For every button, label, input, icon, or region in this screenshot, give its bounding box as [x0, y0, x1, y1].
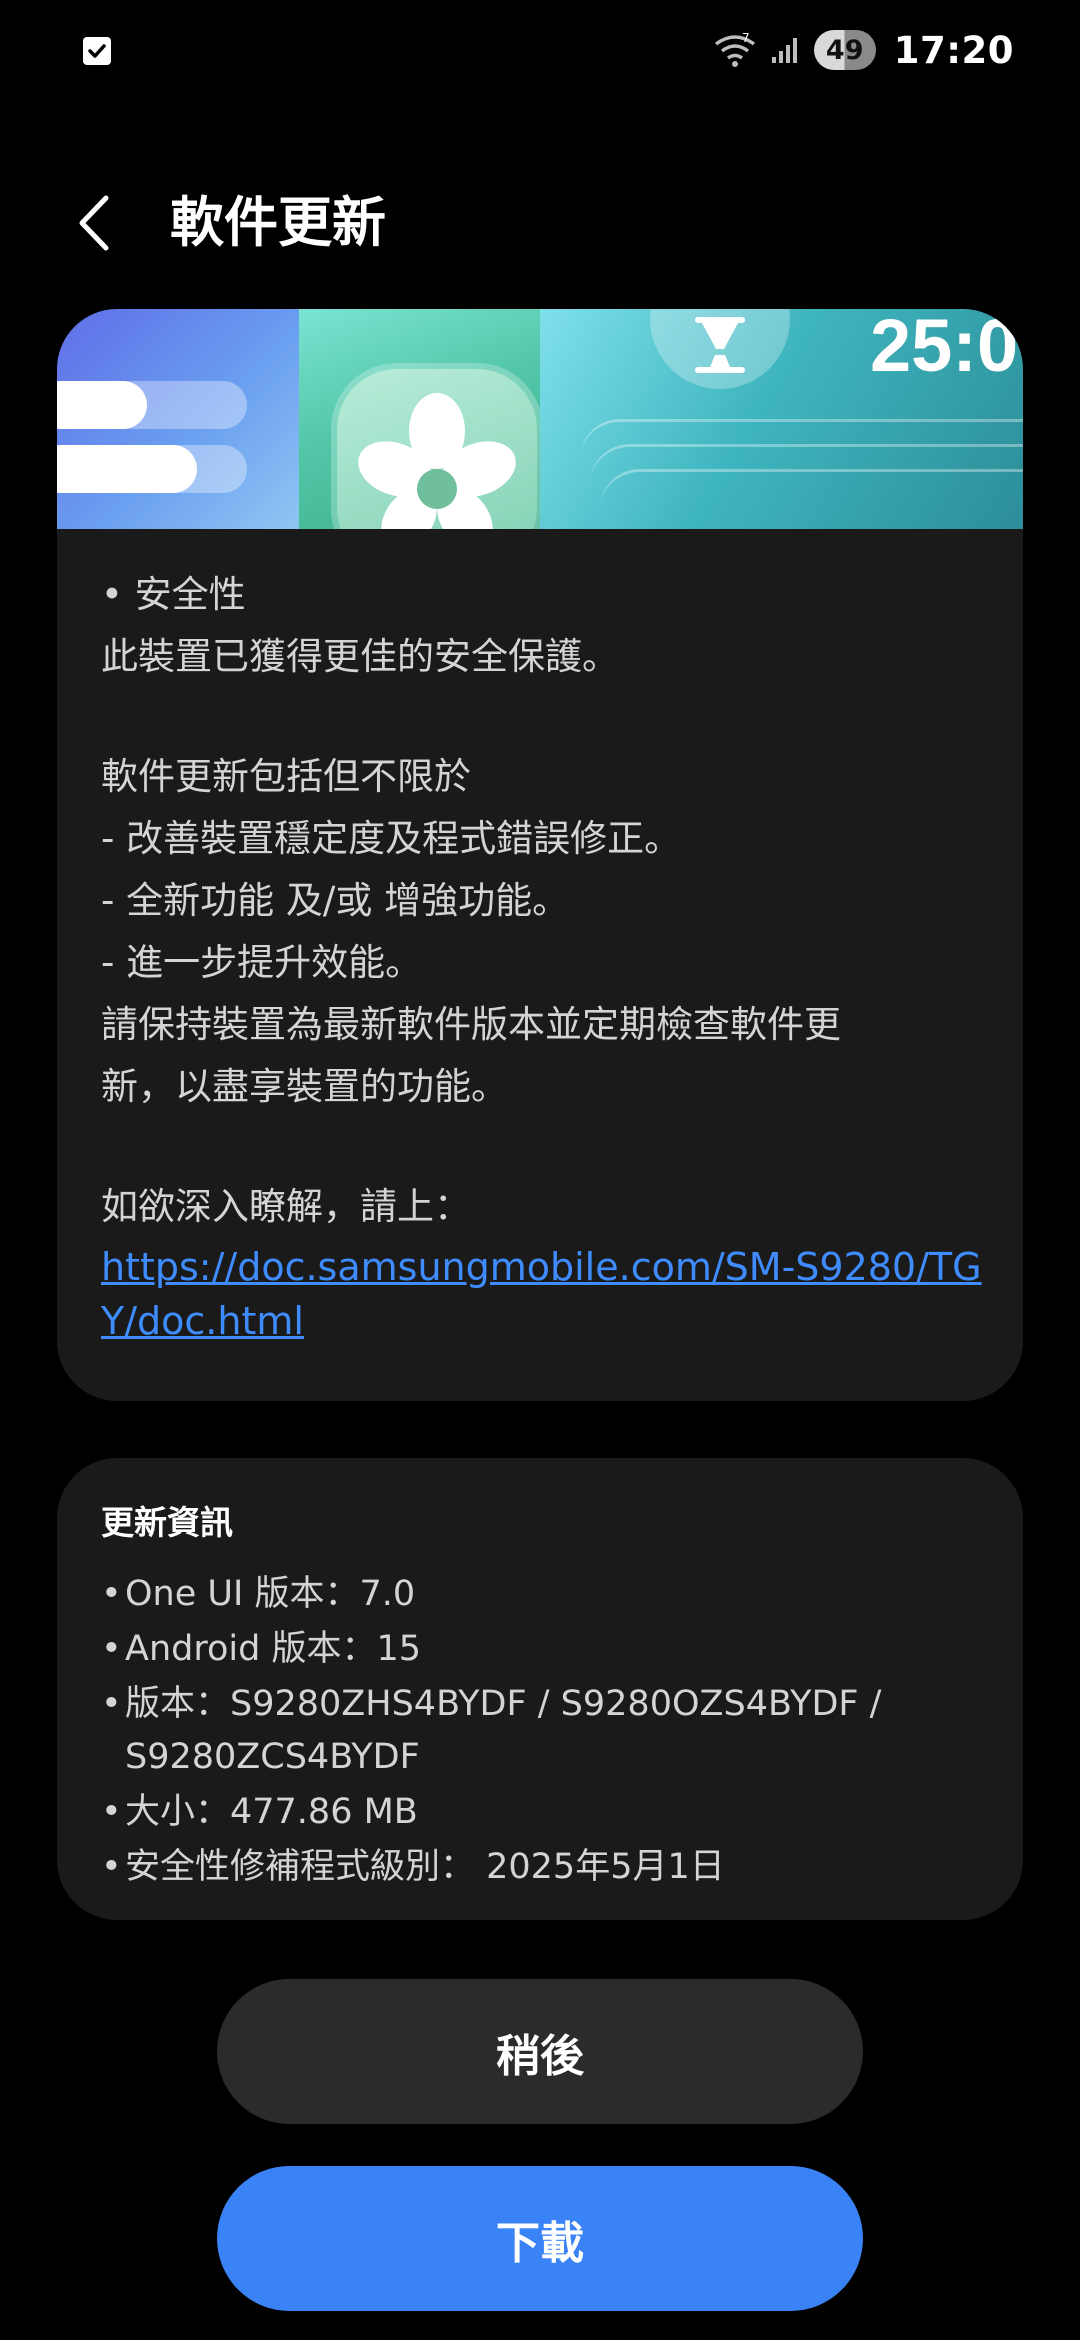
- release-notes-card: 25:00 • 安全性 此裝置已獲得更佳的安全保護。 軟件更新包括但不限於 - …: [57, 309, 1023, 1401]
- more-info-text: 如欲深入瞭解，請上：: [101, 1185, 471, 1228]
- battery-level: 49: [825, 34, 864, 66]
- chevron-left-icon: [79, 195, 109, 251]
- battery-icon: 49: [813, 30, 876, 70]
- hourglass-icon: [650, 309, 790, 389]
- checklist-icon: [83, 37, 111, 65]
- notes-item: - 進一步提升效能。: [101, 941, 423, 984]
- app-header: 軟件更新: [0, 170, 1080, 280]
- status-time: 17:20: [893, 28, 1014, 72]
- update-info-list: One UI 版本：7.0 Android 版本：15 版本：S9280ZHS4…: [101, 1568, 981, 1896]
- later-button[interactable]: 稍後: [217, 1979, 863, 2124]
- banner-panel-tasks: [57, 309, 299, 529]
- banner-panel-timer: 25:00: [540, 309, 1023, 529]
- update-info-card: 更新資訊 One UI 版本：7.0 Android 版本：15 版本：S928…: [57, 1458, 1023, 1920]
- android-version: Android 版本：15: [101, 1623, 981, 1676]
- status-icons: 7 49 17:20: [712, 28, 1014, 72]
- build-version: 版本：S9280ZHS4BYDF / S9280OZS4BYDF / S9280…: [101, 1678, 981, 1784]
- security-patch-level: 安全性修補程式級別： 2025年5月1日: [101, 1841, 981, 1894]
- security-heading: • 安全性: [101, 573, 246, 616]
- notes-item: - 改善裝置穩定度及程式錯誤修正。: [101, 817, 682, 860]
- keep-updated-text: 新，以盡享裝置的功能。: [101, 1065, 508, 1108]
- update-size: 大小：477.86 MB: [101, 1786, 981, 1839]
- banner-panel-app: [299, 309, 540, 529]
- security-text: 此裝置已獲得更佳的安全保護。: [101, 635, 619, 678]
- release-notes-text: • 安全性 此裝置已獲得更佳的安全保護。 軟件更新包括但不限於 - 改善裝置穩定…: [101, 564, 1001, 1348]
- includes-heading: 軟件更新包括但不限於: [101, 755, 471, 798]
- documentation-link[interactable]: https://doc.samsungmobile.com/SM-S9280/T…: [101, 1240, 1001, 1348]
- wifi-icon: 7: [714, 32, 755, 67]
- feature-banner: 25:00: [57, 309, 1023, 529]
- update-info-title: 更新資訊: [101, 1503, 233, 1542]
- page-title: 軟件更新: [170, 191, 386, 254]
- download-button[interactable]: 下載: [217, 2166, 863, 2311]
- status-bar: 7 49 17:20: [0, 0, 1080, 100]
- keep-updated-text: 請保持裝置為最新軟件版本並定期檢查軟件更: [101, 1003, 841, 1046]
- banner-timer-text: 25:00: [870, 309, 1023, 387]
- flower-app-icon: [337, 369, 537, 529]
- signal-icon: [771, 38, 797, 63]
- back-button[interactable]: [70, 188, 130, 258]
- one-ui-version: One UI 版本：7.0: [101, 1568, 981, 1621]
- wifi-label: 7: [742, 32, 750, 45]
- notes-item: - 全新功能 及/或 增強功能。: [101, 879, 570, 922]
